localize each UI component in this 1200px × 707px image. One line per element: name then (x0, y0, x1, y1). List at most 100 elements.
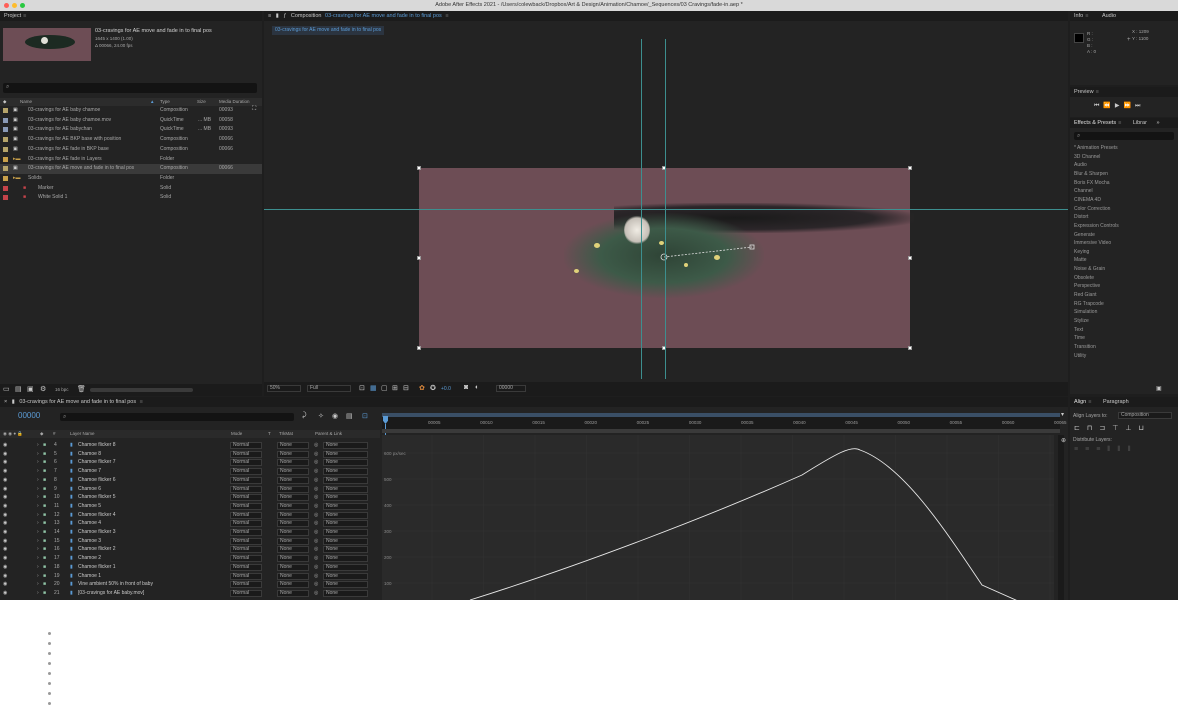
timeline-tab-name[interactable]: 03-cravings for AE move and fade in to f… (19, 399, 136, 405)
label-color-icon[interactable] (3, 195, 8, 201)
bit-depth-label[interactable]: 16 bpc (55, 387, 69, 392)
label-color-icon[interactable]: ■ (43, 554, 46, 563)
layer-row[interactable]: ◉ › ■ 19 ▮ Chamoe 1 Normal None None ◎ (0, 572, 380, 581)
effect-category[interactable]: Perspective (1074, 283, 1100, 289)
expand-arrow-icon[interactable]: › (37, 580, 39, 589)
label-color-icon[interactable] (3, 137, 8, 143)
layer-name[interactable]: Chamoe flicker 3 (78, 528, 116, 537)
effect-category[interactable]: Noise & Grain (1074, 266, 1105, 272)
project-search-input[interactable]: ⌕ (3, 83, 257, 93)
close-tab-icon[interactable]: × (4, 399, 7, 405)
comp-flowchart-icon[interactable]: ⤸ (302, 412, 306, 420)
expand-arrow-icon[interactable]: › (37, 554, 39, 563)
effect-category[interactable]: Red Giant (1074, 292, 1097, 298)
frame-handle-middle-left[interactable] (417, 256, 421, 260)
effect-category[interactable]: Color Correction (1074, 206, 1110, 212)
panel-menu-icon[interactable]: ≡ (268, 13, 271, 19)
panel-menu-icon[interactable]: ≡ (1088, 399, 1091, 405)
label-color-icon[interactable]: ■ (43, 476, 46, 485)
parent-dropdown[interactable]: None (323, 485, 368, 493)
distribute-right-icon[interactable]: ⦀ (1127, 446, 1137, 453)
last-frame-icon[interactable]: ⏭ (1135, 103, 1144, 109)
align-tab[interactable]: Align (1074, 399, 1086, 405)
eye-icon[interactable]: ◉ (3, 450, 7, 459)
interpret-footage-icon[interactable]: ▭ (3, 385, 10, 393)
eye-icon[interactable]: ◉ (3, 458, 7, 467)
composition-tab-prefix[interactable]: Composition (291, 13, 322, 19)
effect-category[interactable]: Obsolete (1074, 275, 1094, 281)
layer-row[interactable]: ◉ › ■ 14 ▮ Chamoe flicker 3 Normal None None ◎ (0, 528, 380, 537)
more-panels-icon[interactable]: » (1156, 120, 1159, 126)
label-color-icon[interactable]: ■ (43, 441, 46, 450)
project-item[interactable]: ▸▬ Solids Folder (0, 174, 262, 184)
layer-row[interactable]: ◉ › ■ 9 ▮ Chamoe 6 Normal None None ◎ (0, 485, 380, 494)
pickwhip-icon[interactable]: ◎ (314, 554, 318, 563)
layer-name[interactable]: Chamoe flicker 4 (78, 511, 116, 520)
label-color-icon[interactable]: ■ (43, 458, 46, 467)
layer-row[interactable]: ◉ › ■ 18 ▮ Chamoe flicker 1 Normal None None ◎ (0, 563, 380, 572)
panel-menu-icon[interactable]: ≡ (23, 13, 26, 19)
preview-tab[interactable]: Preview ≡ (1070, 87, 1178, 97)
mode-dropdown[interactable]: Normal (230, 563, 262, 571)
effect-category[interactable]: Text (1074, 327, 1083, 333)
label-color-icon[interactable] (3, 146, 8, 152)
panel-menu-icon[interactable]: ≡ (140, 399, 143, 405)
effect-category[interactable]: Time (1074, 335, 1085, 341)
layer-row[interactable]: ◉ › ■ 6 ▮ Chamoe flicker 7 Normal None None ◎ (0, 458, 380, 467)
layer-row[interactable]: ◉ › ■ 13 ▮ Chamoe 4 Normal None None ◎ (0, 519, 380, 528)
parent-dropdown[interactable]: None (323, 563, 368, 571)
expand-arrow-icon[interactable]: › (37, 563, 39, 572)
pickwhip-icon[interactable]: ◎ (314, 528, 318, 537)
snapshot-icon[interactable]: ◙ (464, 384, 468, 391)
layer-name[interactable]: Chamoe 6 (78, 485, 101, 494)
project-item[interactable]: ▣ 03-cravings for AE babychan QuickTime...… (0, 125, 262, 135)
parent-dropdown[interactable]: None (323, 459, 368, 467)
fast-previews-icon[interactable]: ⊡ (359, 384, 365, 392)
expand-arrow-icon[interactable]: › (37, 502, 39, 511)
eye-icon[interactable]: ◉ (3, 545, 7, 554)
region-of-interest-icon[interactable]: ⊞ (392, 384, 398, 392)
new-folder-icon[interactable]: ▤ (15, 385, 22, 393)
column-duration[interactable]: Media Duration (219, 98, 250, 106)
play-icon[interactable]: ▶ (1115, 103, 1124, 109)
label-color-icon[interactable] (3, 175, 8, 181)
effect-category[interactable]: Boris FX Mocha (1074, 180, 1110, 186)
parent-dropdown[interactable]: None (323, 520, 368, 528)
frame-handle-top-left[interactable] (417, 166, 421, 170)
effect-category[interactable]: Distort (1074, 214, 1088, 220)
layer-name[interactable]: Chamoe flicker 8 (78, 441, 116, 450)
delete-icon[interactable]: 🗑 (77, 385, 86, 393)
column-name[interactable]: Name (20, 98, 32, 106)
pickwhip-icon[interactable]: ◎ (314, 545, 318, 554)
layer-row[interactable]: ◉ › ■ 7 ▮ Chamoe 7 Normal None None ◎ (0, 467, 380, 476)
pickwhip-icon[interactable]: ◎ (314, 493, 318, 502)
layer-name[interactable]: Chamoe 8 (78, 450, 101, 459)
label-color-icon[interactable]: ■ (43, 572, 46, 581)
previous-frame-icon[interactable]: ⏪ (1103, 103, 1114, 109)
mode-dropdown[interactable]: Normal (230, 485, 262, 493)
align-hcenter-icon[interactable]: ⊓ (1087, 425, 1099, 432)
effect-category[interactable]: Blur & Sharpen (1074, 171, 1108, 177)
effects-search-input[interactable]: ⌕ (1074, 132, 1174, 140)
graph-editor-icon[interactable]: ⊡ (362, 412, 368, 420)
pickwhip-icon[interactable]: ◎ (314, 519, 318, 528)
pickwhip-icon[interactable]: ◎ (314, 458, 318, 467)
mode-dropdown[interactable]: Normal (230, 546, 262, 554)
layer-name[interactable]: Chamoe 3 (78, 537, 101, 546)
mode-dropdown[interactable]: Normal (230, 555, 262, 563)
effect-category[interactable]: Utility (1074, 353, 1086, 359)
audio-tab[interactable]: Audio (1102, 13, 1116, 19)
label-color-icon[interactable]: ■ (43, 493, 46, 502)
zoom-dropdown[interactable]: 50% (267, 385, 301, 392)
resolution-dropdown[interactable]: Full (307, 385, 351, 392)
effect-category[interactable]: * Animation Presets (1074, 145, 1118, 151)
show-snapshot-icon[interactable]: ◐ (475, 384, 479, 391)
mode-dropdown[interactable]: Normal (230, 572, 262, 580)
graph-scrollbar[interactable] (1058, 435, 1064, 600)
label-color-icon[interactable]: ■ (43, 537, 46, 546)
label-color-icon[interactable] (3, 127, 8, 133)
project-scrollbar[interactable] (90, 388, 193, 392)
parent-dropdown[interactable]: None (323, 529, 368, 536)
close-window-button[interactable] (4, 3, 9, 8)
panel-menu-icon[interactable]: ≡ (1096, 89, 1099, 95)
